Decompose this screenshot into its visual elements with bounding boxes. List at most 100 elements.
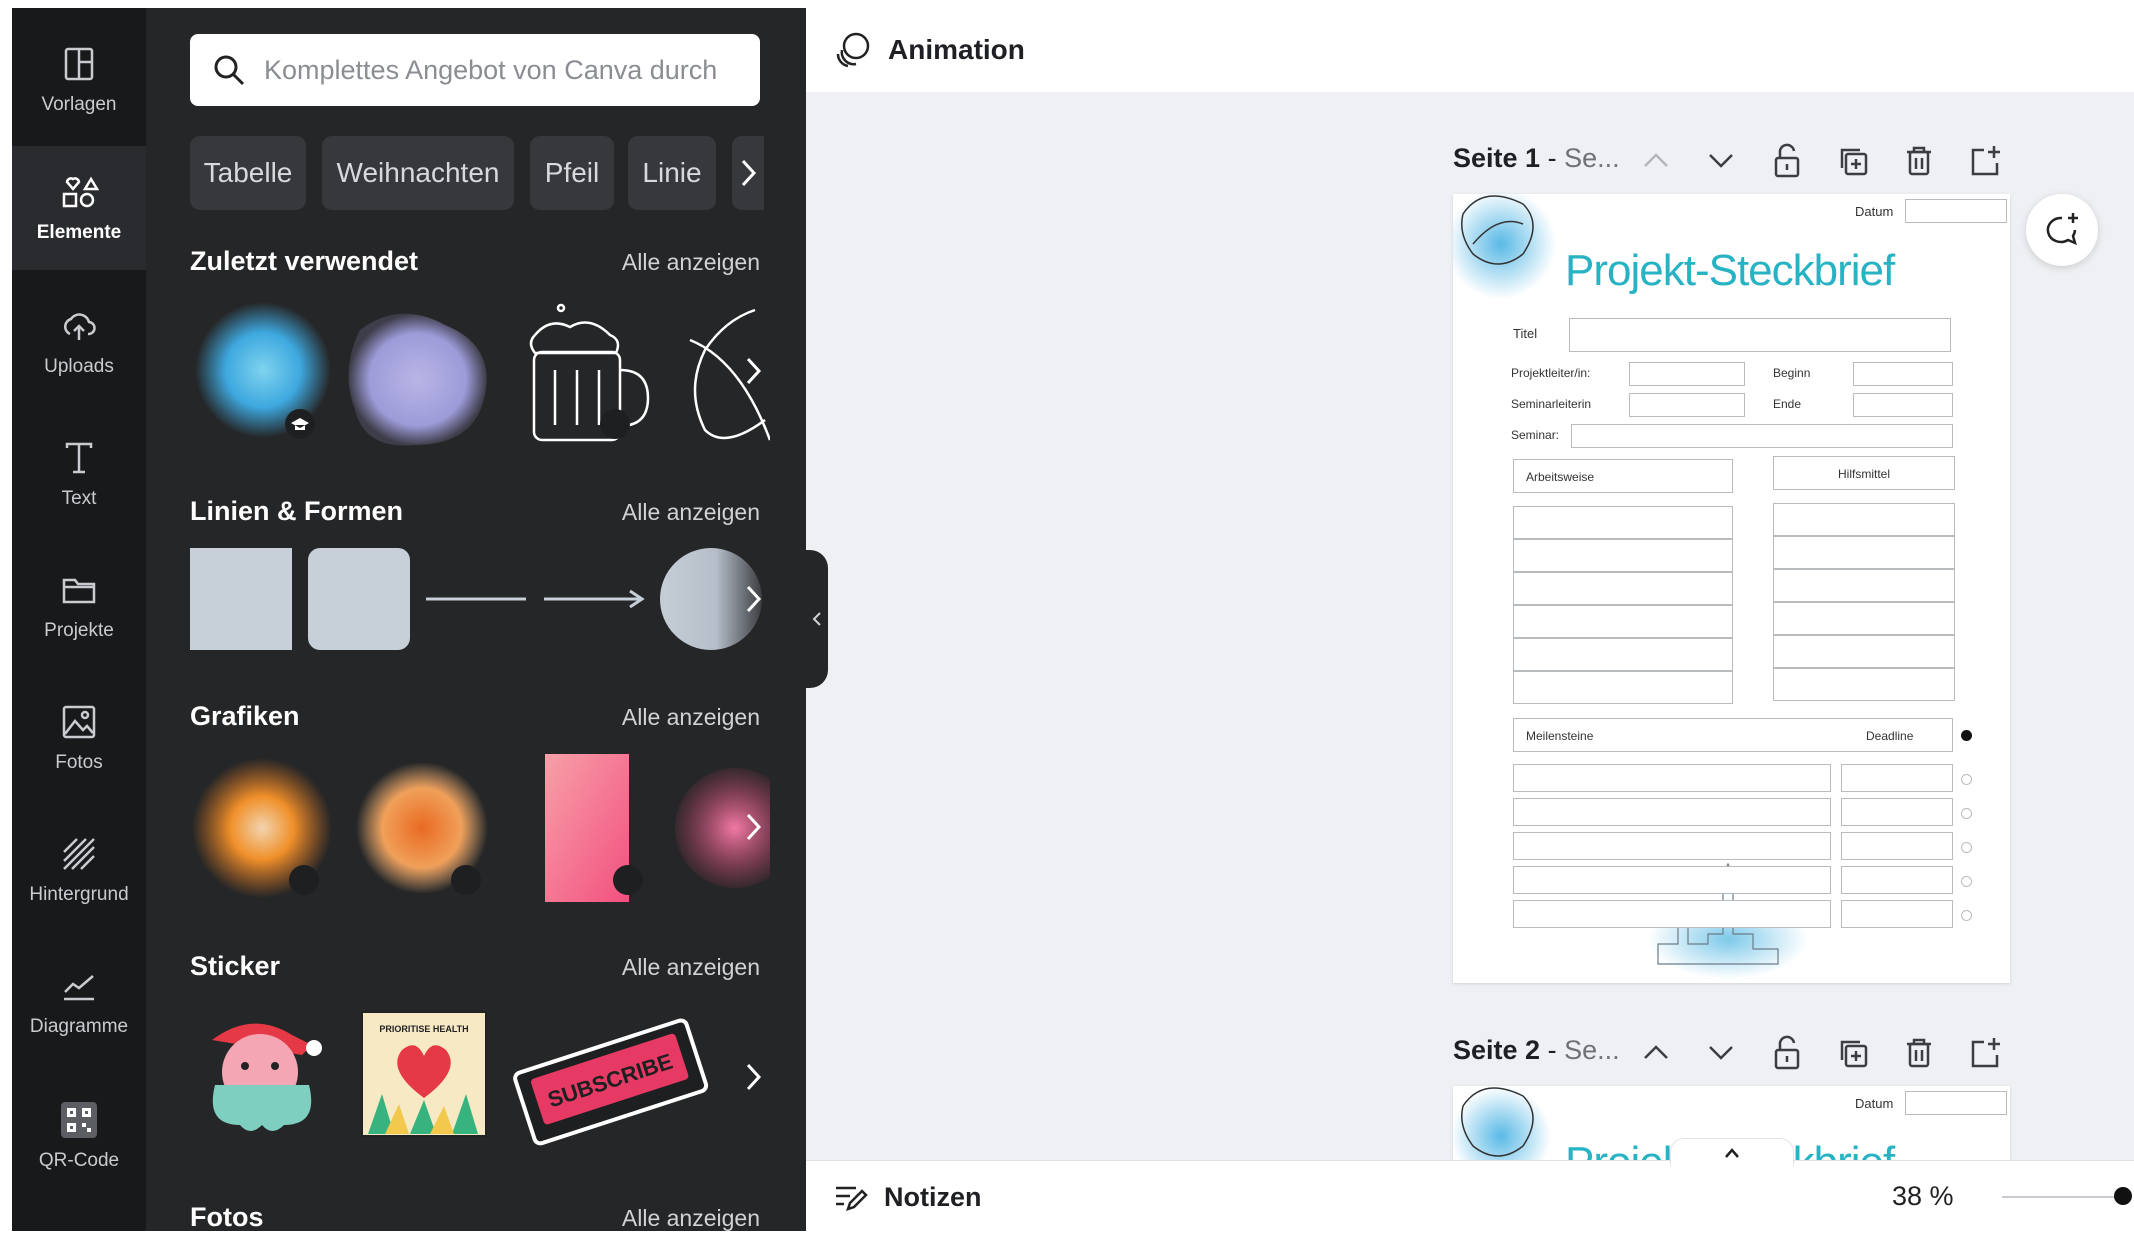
hilfsmittel-row[interactable] — [1773, 602, 1955, 635]
milestone-row[interactable] — [1513, 764, 1831, 792]
beginn-field[interactable] — [1853, 362, 1953, 386]
chip-pfeil[interactable]: Pfeil — [530, 136, 614, 210]
move-page-down-icon[interactable] — [1702, 1034, 1740, 1072]
move-page-up-icon[interactable] — [1637, 142, 1675, 180]
square-shape[interactable] — [190, 548, 292, 650]
zoom-slider-thumb[interactable] — [2114, 1187, 2132, 1205]
add-comment-button[interactable] — [2026, 194, 2098, 266]
collapse-panel-button[interactable] — [806, 550, 828, 688]
trash-icon[interactable] — [1900, 142, 1938, 180]
recent-items-row[interactable] — [190, 290, 770, 450]
graphics-row[interactable] — [190, 750, 770, 906]
deadline-cell[interactable] — [1841, 900, 1953, 928]
ende-field[interactable] — [1853, 393, 1953, 417]
blue-gradient-circle-thumb[interactable] — [195, 302, 331, 439]
rail-item-text[interactable]: Text — [12, 412, 146, 536]
trash-icon[interactable] — [1900, 1034, 1938, 1072]
notes-button[interactable]: Notizen — [832, 1175, 982, 1219]
zoom-value[interactable]: 38 % — [1892, 1181, 1954, 1212]
rail-item-qr-code[interactable]: QR-Code — [12, 1074, 146, 1198]
lock-icon[interactable] — [1768, 1034, 1806, 1072]
zoom-slider-track[interactable] — [2002, 1196, 2122, 1198]
see-all-recent-link[interactable]: Alle anzeigen — [622, 249, 760, 276]
chip-weihnachten[interactable]: Weihnachten — [322, 136, 514, 210]
add-page-icon[interactable] — [1966, 142, 2004, 180]
see-all-graphics-link[interactable]: Alle anzeigen — [622, 704, 760, 731]
see-all-photos-link[interactable]: Alle anzeigen — [622, 1205, 760, 1232]
hilfsmittel-row[interactable] — [1773, 569, 1955, 602]
rail-item-fotos[interactable]: Fotos — [12, 676, 146, 800]
page-1-title[interactable]: Seite 1 - Se... — [1453, 143, 1620, 174]
shapes-next-button[interactable] — [736, 574, 770, 624]
milestone-row[interactable] — [1513, 832, 1831, 860]
subscribe-button-sticker[interactable]: SUBSCRIBE — [513, 1018, 709, 1146]
orange-gradient-graphic[interactable] — [356, 762, 488, 895]
rail-item-hintergrund[interactable]: Hintergrund — [12, 808, 146, 932]
page-1-canvas[interactable]: Datum Projekt-Steckbrief Titel Projektle… — [1453, 194, 2010, 983]
stickers-row[interactable]: PRIORITISE HEALTH SUBSCRIBE — [190, 1000, 770, 1150]
stickers-next-button[interactable] — [736, 1052, 770, 1102]
duplicate-page-icon[interactable] — [1834, 1034, 1872, 1072]
graphics-next-button[interactable] — [736, 802, 770, 852]
pink-gradient-rect-graphic[interactable] — [545, 754, 643, 902]
chip-linie[interactable]: Linie — [628, 136, 716, 210]
datum-field[interactable] — [1905, 199, 2007, 223]
milestone-checkbox[interactable] — [1961, 910, 1972, 921]
milestone-row[interactable] — [1513, 866, 1831, 894]
chip-tabelle[interactable]: Tabelle — [190, 136, 306, 210]
deadline-cell[interactable] — [1841, 764, 1953, 792]
hilfsmittel-row[interactable] — [1773, 635, 1955, 668]
hilfsmittel-row[interactable] — [1773, 668, 1955, 701]
recent-next-button[interactable] — [736, 346, 770, 396]
arbeitsweise-row[interactable] — [1513, 638, 1733, 671]
arbeitsweise-row[interactable] — [1513, 506, 1733, 539]
milestone-checkbox[interactable] — [1961, 774, 1972, 785]
deadline-cell[interactable] — [1841, 798, 1953, 826]
animation-button[interactable]: Animation — [832, 26, 1025, 74]
rail-item-uploads[interactable]: Uploads — [12, 280, 146, 404]
deadline-cell[interactable] — [1841, 832, 1953, 860]
lock-icon[interactable] — [1768, 142, 1806, 180]
show-pages-handle[interactable] — [1670, 1138, 1794, 1166]
hilfsmittel-row[interactable] — [1773, 536, 1955, 569]
move-page-up-icon[interactable] — [1637, 1034, 1675, 1072]
page-2-title[interactable]: Seite 2 - Se... — [1453, 1035, 1620, 1066]
rail-item-elemente[interactable]: Elemente — [12, 146, 146, 270]
deadline-cell[interactable] — [1841, 866, 1953, 894]
duplicate-page-icon[interactable] — [1834, 142, 1872, 180]
rail-item-vorlagen[interactable]: Vorlagen — [12, 18, 146, 142]
projektleiter-field[interactable] — [1629, 362, 1745, 386]
milestone-checkbox-checked[interactable] — [1961, 730, 1972, 741]
seminarleiterin-field[interactable] — [1629, 393, 1745, 417]
move-page-down-icon[interactable] — [1702, 142, 1740, 180]
orange-glow-graphic[interactable] — [192, 758, 332, 898]
rounded-square-shape[interactable] — [308, 548, 410, 650]
milestone-row[interactable] — [1513, 798, 1831, 826]
arbeitsweise-row[interactable] — [1513, 605, 1733, 638]
arbeitsweise-row[interactable] — [1513, 539, 1733, 572]
chips-next-button[interactable] — [732, 136, 764, 210]
beer-mug-sketch-thumb[interactable] — [529, 303, 650, 442]
search-input[interactable] — [262, 53, 736, 87]
see-all-shapes-link[interactable]: Alle anzeigen — [622, 499, 760, 526]
see-all-stickers-link[interactable]: Alle anzeigen — [622, 954, 760, 981]
arbeitsweise-row[interactable] — [1513, 671, 1733, 704]
datum-field[interactable] — [1905, 1091, 2007, 1115]
shapes-row[interactable] — [190, 548, 770, 650]
search-box[interactable] — [190, 34, 760, 106]
hilfsmittel-row[interactable] — [1773, 503, 1955, 536]
milestone-checkbox[interactable] — [1961, 842, 1972, 853]
milestone-row[interactable] — [1513, 900, 1831, 928]
arbeitsweise-row[interactable] — [1513, 572, 1733, 605]
arrow-shape[interactable] — [544, 589, 645, 609]
add-page-icon[interactable] — [1966, 1034, 2004, 1072]
santa-sticker[interactable] — [212, 1023, 322, 1131]
seminar-field[interactable] — [1571, 424, 1953, 448]
rail-item-diagramme[interactable]: Diagramme — [12, 940, 146, 1064]
titel-field[interactable] — [1569, 318, 1951, 352]
purple-watercolor-thumb[interactable] — [348, 313, 487, 446]
rail-item-projekte[interactable]: Projekte — [12, 544, 146, 668]
milestone-checkbox[interactable] — [1961, 876, 1972, 887]
prioritise-health-poster-sticker[interactable]: PRIORITISE HEALTH — [361, 1011, 487, 1137]
milestone-checkbox[interactable] — [1961, 808, 1972, 819]
